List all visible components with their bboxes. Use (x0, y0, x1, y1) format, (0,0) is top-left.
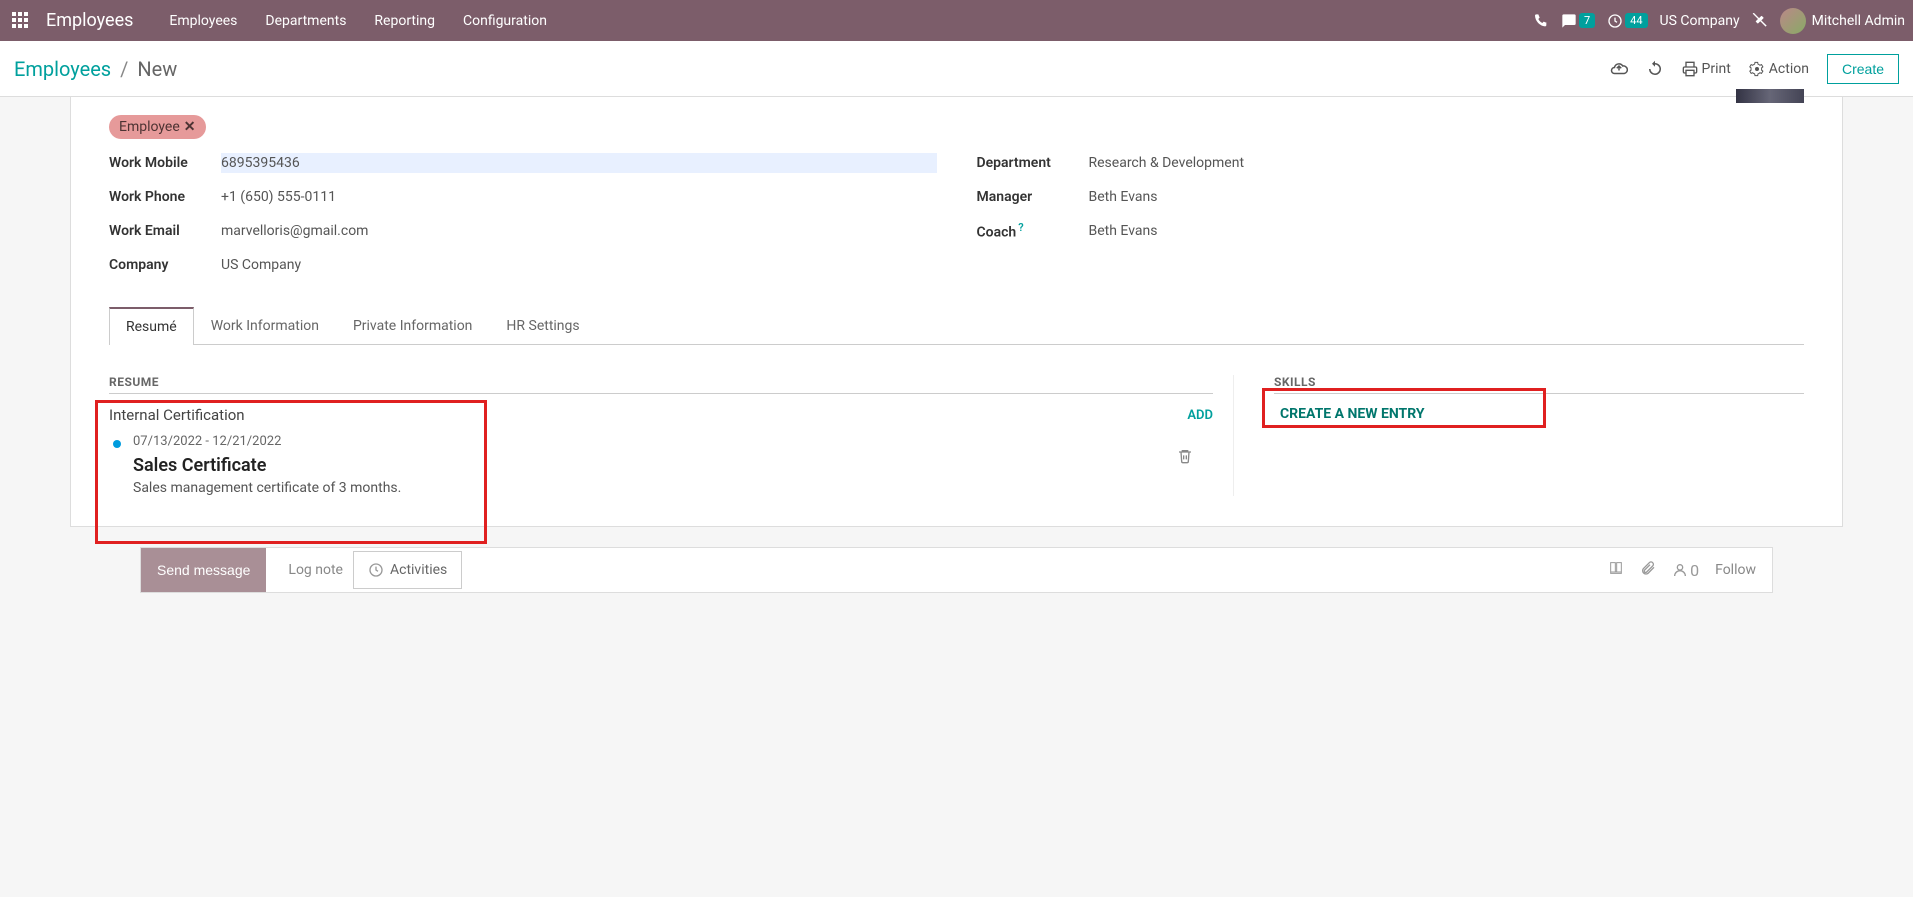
debug-icon[interactable] (1752, 13, 1768, 29)
activities-button[interactable]: Activities (353, 551, 462, 589)
field-department[interactable]: Research & Development (1089, 153, 1805, 173)
cert-block: Internal Certification ADD 07/13/2022 - … (109, 400, 1213, 496)
log-note-button[interactable]: Log note (278, 562, 353, 578)
label-coach: Coach? (977, 221, 1089, 241)
menu-departments[interactable]: Departments (255, 13, 356, 29)
voip-icon[interactable] (1533, 13, 1549, 29)
resume-section-title: RESUME (109, 375, 1213, 394)
messages-badge: 7 (1579, 13, 1595, 28)
field-work-mobile[interactable]: 6895395436 (221, 153, 937, 173)
field-coach[interactable]: Beth Evans (1089, 221, 1805, 241)
messages-icon[interactable]: 7 (1561, 13, 1595, 29)
send-message-button[interactable]: Send message (141, 548, 266, 592)
topbar-left: Employees Employees Departments Reportin… (8, 10, 557, 31)
print-button[interactable]: Print (1682, 61, 1731, 77)
add-resume-entry[interactable]: ADD (1187, 408, 1213, 423)
breadcrumb-sep: / (120, 57, 128, 81)
menu-configuration[interactable]: Configuration (453, 13, 557, 29)
activities-icon[interactable]: 44 (1607, 13, 1647, 29)
tag-employee[interactable]: Employee ✕ (109, 115, 206, 139)
action-button[interactable]: Action (1749, 61, 1809, 77)
label-work-phone: Work Phone (109, 189, 221, 205)
avatar (1780, 8, 1806, 34)
activities-badge: 44 (1625, 13, 1647, 28)
breadcrumb: Employees / New (14, 57, 177, 81)
field-manager[interactable]: Beth Evans (1089, 187, 1805, 207)
tab-content: RESUME Internal Certification ADD 07/13/… (109, 345, 1804, 496)
book-icon[interactable] (1608, 560, 1624, 580)
form-col-right: DepartmentResearch & Development Manager… (977, 153, 1805, 289)
company-switcher[interactable]: US Company (1660, 13, 1740, 29)
form-grid: Work Mobile6895395436 Work Phone+1 (650)… (109, 153, 1804, 289)
follow-button[interactable]: Follow (1715, 562, 1756, 578)
attachment-icon[interactable] (1640, 560, 1656, 580)
app-title[interactable]: Employees (46, 10, 133, 31)
create-skill-entry[interactable]: CREATE A NEW ENTRY (1274, 394, 1804, 434)
label-manager: Manager (977, 189, 1089, 205)
user-menu[interactable]: Mitchell Admin (1780, 8, 1905, 34)
cert-title: Sales Certificate (133, 455, 1213, 476)
content: Employee ✕ Work Mobile6895395436 Work Ph… (0, 97, 1913, 633)
menu-reporting[interactable]: Reporting (364, 13, 445, 29)
resume-column: RESUME Internal Certification ADD 07/13/… (109, 375, 1234, 496)
chatter: Send message Log note Activities 0 Follo… (140, 547, 1773, 593)
timeline-dot-icon (113, 440, 121, 448)
cert-type: Internal Certification (109, 406, 245, 424)
field-work-email[interactable]: marvelloris@gmail.com (221, 221, 937, 241)
employee-photo[interactable] (1736, 89, 1804, 103)
cloud-icon[interactable] (1610, 60, 1628, 78)
menu-employees[interactable]: Employees (159, 13, 247, 29)
cert-dates: 07/13/2022 - 12/21/2022 (133, 434, 1213, 449)
label-work-mobile: Work Mobile (109, 155, 221, 171)
chatter-right: 0 Follow (1608, 560, 1772, 580)
tab-resume[interactable]: Resumé (109, 307, 194, 345)
breadcrumb-root[interactable]: Employees (14, 57, 111, 81)
label-work-email: Work Email (109, 223, 221, 239)
create-button[interactable]: Create (1827, 54, 1899, 84)
tab-work-info[interactable]: Work Information (194, 307, 336, 345)
help-icon[interactable]: ? (1018, 221, 1023, 234)
discard-icon[interactable] (1646, 60, 1664, 78)
tab-hr-settings[interactable]: HR Settings (489, 307, 596, 345)
trash-icon[interactable] (1177, 448, 1193, 468)
field-company[interactable]: US Company (221, 255, 937, 275)
cert-desc: Sales management certificate of 3 months… (133, 480, 1213, 496)
skills-section-title: SKILLS (1274, 375, 1804, 394)
topbar-right: 7 44 US Company Mitchell Admin (1533, 8, 1905, 34)
form-card: Employee ✕ Work Mobile6895395436 Work Ph… (70, 97, 1843, 527)
tab-private-info[interactable]: Private Information (336, 307, 489, 345)
tag-remove-icon[interactable]: ✕ (184, 119, 196, 135)
skills-column: SKILLS CREATE A NEW ENTRY (1274, 375, 1804, 496)
apps-icon[interactable] (12, 12, 30, 30)
label-department: Department (977, 155, 1089, 171)
form-col-left: Work Mobile6895395436 Work Phone+1 (650)… (109, 153, 937, 289)
label-company: Company (109, 257, 221, 273)
actionbar-right: Print Action Create (1610, 54, 1900, 84)
tags-row: Employee ✕ (109, 115, 1804, 139)
followers-icon[interactable]: 0 (1672, 561, 1699, 580)
topbar: Employees Employees Departments Reportin… (0, 0, 1913, 41)
field-work-phone[interactable]: +1 (650) 555-0111 (221, 187, 937, 207)
cert-item[interactable]: 07/13/2022 - 12/21/2022 Sales Certificat… (109, 434, 1213, 496)
tabs: Resumé Work Information Private Informat… (109, 307, 1804, 345)
actionbar: Employees / New Print Action Create (0, 41, 1913, 97)
breadcrumb-current: New (137, 57, 177, 81)
